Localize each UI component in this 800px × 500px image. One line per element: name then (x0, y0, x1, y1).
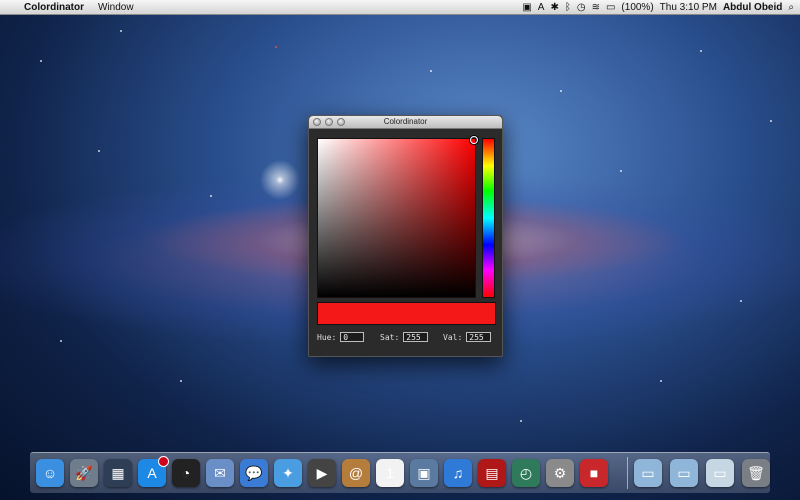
val-field-group: Val: 255 (443, 332, 492, 342)
window-titlebar[interactable]: Colordinator (309, 116, 502, 129)
window-menu[interactable]: Window (92, 2, 140, 13)
bluetooth-icon[interactable]: ᛒ (565, 2, 571, 13)
app-menu[interactable]: Colordinator (22, 2, 92, 13)
colordinator-window: Colordinator Hue: 0 Sat: 255 Val: 255 (308, 115, 503, 357)
color-picker-handle[interactable] (470, 136, 478, 144)
time-machine-status-icon[interactable]: ◷ (577, 2, 586, 13)
sat-input[interactable]: 255 (403, 332, 429, 342)
system-preferences-icon[interactable]: ⚙ (546, 459, 574, 487)
notification-badge (158, 456, 169, 467)
val-input[interactable]: 255 (466, 332, 492, 342)
battery-percent[interactable]: (100%) (621, 2, 653, 13)
safari-icon[interactable]: ✦ (274, 459, 302, 487)
facetime-icon[interactable]: ▶ (308, 459, 336, 487)
colordinator-status-icon[interactable]: ▣ (522, 2, 531, 13)
hsv-fields: Hue: 0 Sat: 255 Val: 255 (317, 332, 494, 346)
hue-label: Hue: (317, 332, 337, 342)
ichat-icon[interactable]: 💬 (240, 459, 268, 487)
colordinator-icon[interactable]: ■ (580, 459, 608, 487)
time-machine-icon[interactable]: ◴ (512, 459, 540, 487)
hue-slider[interactable] (482, 138, 495, 298)
paw-icon[interactable]: ✱ (550, 2, 558, 13)
dock-separator (627, 457, 628, 489)
hue-field-group: Hue: 0 (317, 332, 365, 342)
adobe-icon[interactable]: A (538, 2, 545, 13)
dock: ☺ 🚀 ▦ A ◔ ✉ 💬 ✦ ▶ @1 ▣ ♫ ▤ ◴ ⚙ ■ ▭ ▭ ▭ 🗑 (30, 452, 770, 493)
sat-field-group: Sat: 255 (380, 332, 429, 342)
mail-icon[interactable]: ✉ (206, 459, 234, 487)
sat-label: Sat: (380, 332, 400, 342)
hue-input[interactable]: 0 (340, 332, 365, 342)
applications-folder-icon[interactable]: ▭ (634, 459, 662, 487)
launchpad-icon[interactable]: 🚀 (70, 459, 98, 487)
mission-control-icon[interactable]: ▦ (104, 459, 132, 487)
user-menu[interactable]: Abdul Obeid (723, 2, 782, 13)
photo-booth-icon[interactable]: ▤ (478, 459, 506, 487)
battery-icon[interactable]: ▭ (606, 2, 615, 13)
color-swatch (317, 302, 496, 325)
trash-icon[interactable]: 🗑 (742, 459, 770, 487)
itunes-icon[interactable]: ♫ (444, 459, 472, 487)
spotlight-icon[interactable]: ⌕ (788, 2, 794, 13)
wifi-icon[interactable]: ≋ (592, 2, 600, 13)
downloads-stack-icon[interactable]: ▭ (706, 459, 734, 487)
iphoto-icon[interactable]: ▣ (410, 459, 438, 487)
documents-folder-icon[interactable]: ▭ (670, 459, 698, 487)
saturation-value-panel[interactable] (317, 136, 478, 298)
window-title: Colordinator (383, 117, 428, 126)
ical-icon[interactable]: 1 (376, 459, 404, 487)
dashboard-icon[interactable]: ◔ (172, 459, 200, 487)
app-store-icon[interactable]: A (138, 456, 169, 487)
clock[interactable]: Thu 3:10 PM (660, 2, 717, 13)
menu-bar: Colordinator Window ▣ A ✱ ᛒ ◷ ≋ ▭ (100%)… (0, 0, 800, 15)
address-book-icon[interactable]: @ (342, 459, 370, 487)
val-label: Val: (443, 332, 463, 342)
finder-icon[interactable]: ☺ (36, 459, 64, 487)
